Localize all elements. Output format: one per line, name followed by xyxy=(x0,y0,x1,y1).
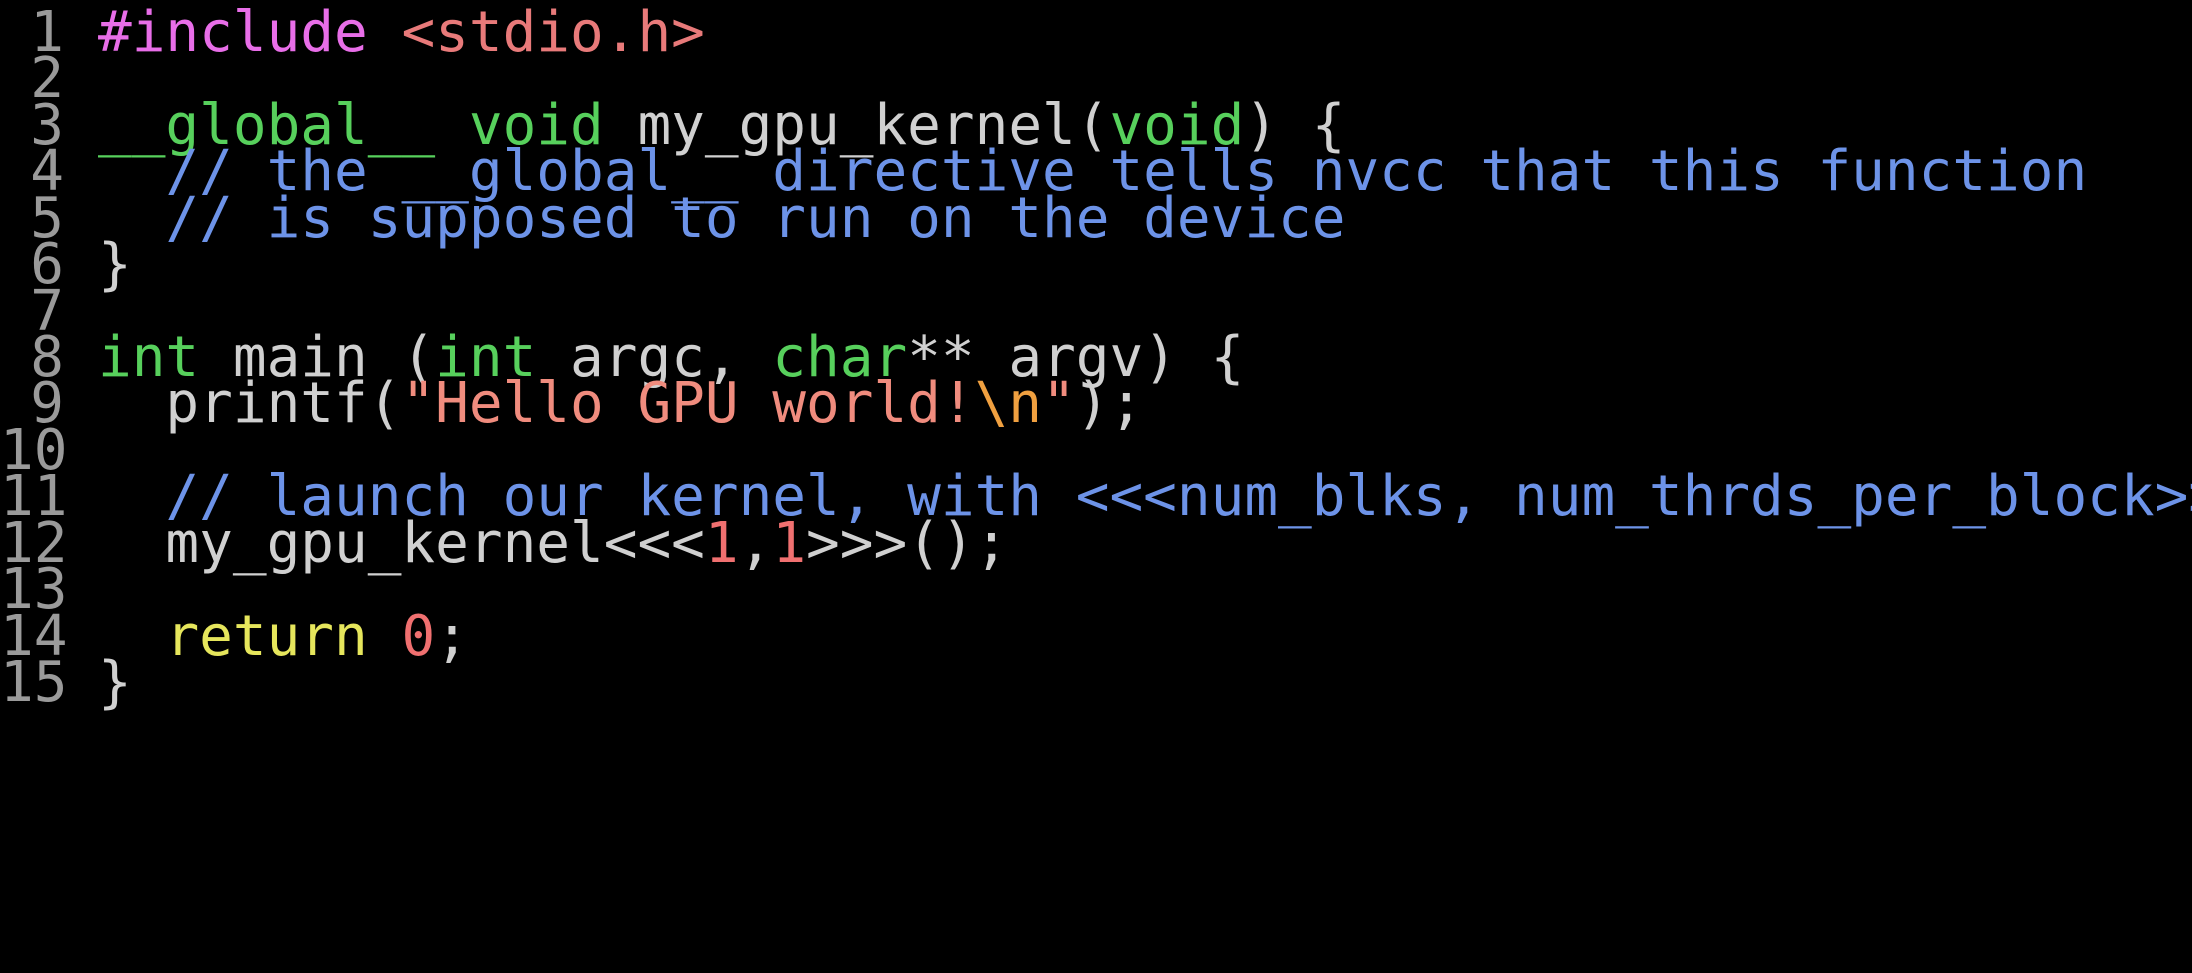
code-token: printf( xyxy=(98,371,402,436)
code-line: 9 printf("Hello GPU world!\n"); xyxy=(0,371,1143,436)
code-token: } xyxy=(98,232,132,297)
code-token: " xyxy=(1042,371,1076,436)
code-content: } xyxy=(64,650,132,715)
code-editor[interactable]: 1 #include <stdio.h> 2 3 __global__ void m… xyxy=(0,0,2192,973)
code-token: <stdio.h> xyxy=(401,0,705,65)
code-token: \n xyxy=(974,371,1043,436)
code-line: 5 // is supposed to run on the device xyxy=(0,186,1345,251)
code-content: #include <stdio.h> xyxy=(64,0,705,65)
code-token: 0 xyxy=(401,604,436,669)
code-token: 1 xyxy=(772,511,807,576)
line-number: 15 xyxy=(0,650,68,715)
code-token: #include xyxy=(98,0,368,65)
code-token: , xyxy=(738,511,773,576)
code-content: my_gpu_kernel<<<1,1>>>(); xyxy=(64,511,1008,576)
code-token: my_gpu_kernel<<< xyxy=(98,511,705,576)
code-token: ; xyxy=(435,604,469,669)
code-line: 1 #include <stdio.h> xyxy=(0,0,705,65)
code-token: "Hello GPU world! xyxy=(401,371,975,436)
code-token: >>>(); xyxy=(806,511,1009,576)
code-content: printf("Hello GPU world!\n"); xyxy=(64,371,1143,436)
code-token: } xyxy=(98,650,132,715)
code-line: 15} xyxy=(0,650,132,715)
code-token: // is supposed to run on the device xyxy=(165,186,1346,251)
code-token: return xyxy=(165,604,368,669)
code-content: // is supposed to run on the device xyxy=(64,186,1345,251)
code-token: 1 xyxy=(704,511,739,576)
code-line: 12 my_gpu_kernel<<<1,1>>>(); xyxy=(0,511,1008,576)
code-token: ); xyxy=(1075,371,1144,436)
